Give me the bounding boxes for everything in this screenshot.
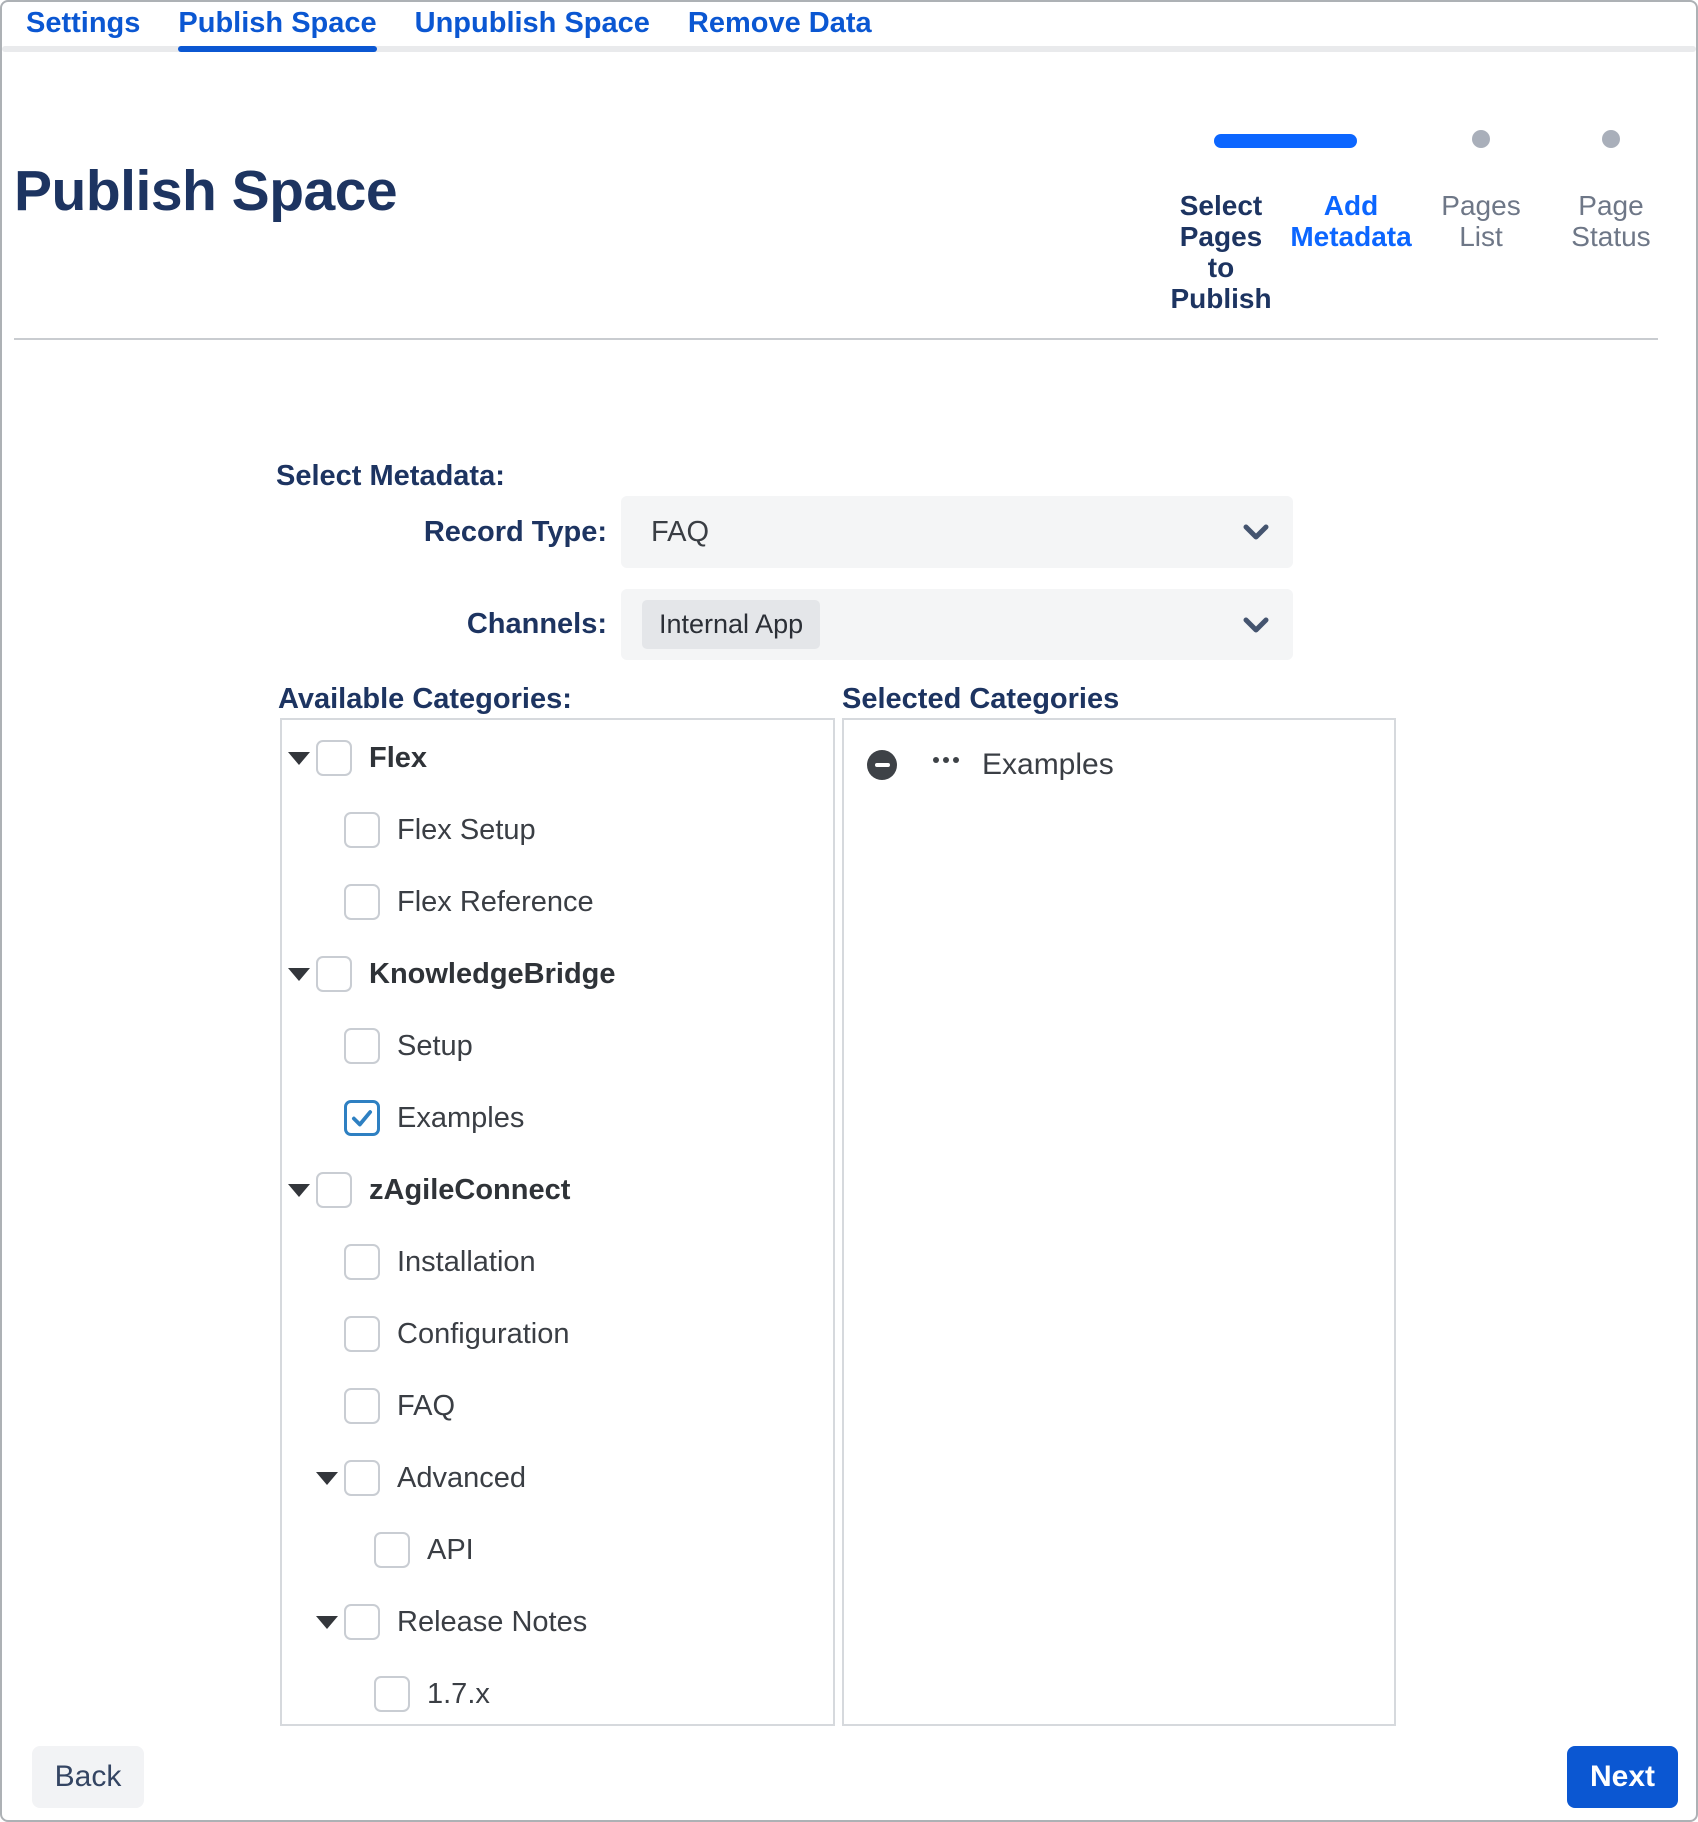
category-label: Flex bbox=[369, 742, 427, 775]
category-label: Advanced bbox=[397, 1462, 526, 1495]
category-label: Configuration bbox=[397, 1318, 570, 1351]
stepper-step-label: SelectPagestoPublish bbox=[1170, 190, 1271, 314]
stepper-dot-icon bbox=[1472, 130, 1490, 148]
back-button[interactable]: Back bbox=[32, 1746, 144, 1808]
category-checkbox-setup[interactable] bbox=[344, 1028, 380, 1064]
selected-category-label: Examples bbox=[982, 748, 1114, 782]
category-row-knowledgebridge: KnowledgeBridge bbox=[282, 938, 833, 1010]
app-window: Settings Publish Space Unpublish Space Remo… bbox=[0, 0, 1698, 1822]
next-button[interactable]: Next bbox=[1567, 1746, 1678, 1808]
category-label: Examples bbox=[397, 1102, 524, 1135]
category-checkbox-zagileconnect[interactable] bbox=[316, 1172, 352, 1208]
record-type-value: FAQ bbox=[651, 516, 709, 549]
available-categories-box: Flex Flex Setup Flex Reference KnowledgeBri… bbox=[280, 718, 835, 1726]
stepper-step-page-status[interactable]: PageStatus bbox=[1551, 130, 1671, 314]
category-label: Flex Reference bbox=[397, 886, 594, 919]
available-categories-label: Available Categories: bbox=[278, 683, 572, 716]
category-label: Installation bbox=[397, 1246, 536, 1279]
category-label: KnowledgeBridge bbox=[369, 958, 616, 991]
category-checkbox-advanced[interactable] bbox=[344, 1460, 380, 1496]
drag-handle-icon[interactable] bbox=[933, 757, 959, 763]
tab-remove-data[interactable]: Remove Data bbox=[688, 2, 872, 52]
caret-down-icon[interactable] bbox=[316, 1472, 338, 1485]
selected-categories-box: Examples bbox=[842, 718, 1396, 1726]
chevron-down-icon bbox=[1243, 523, 1269, 541]
tab-bar: Settings Publish Space Unpublish Space Remo… bbox=[2, 2, 1696, 52]
category-checkbox-flex-reference[interactable] bbox=[344, 884, 380, 920]
stepper-dot-icon bbox=[1602, 130, 1620, 148]
caret-down-icon[interactable] bbox=[288, 1184, 310, 1197]
remove-category-button[interactable] bbox=[867, 750, 897, 780]
category-checkbox-1-7-x[interactable] bbox=[374, 1676, 410, 1712]
stepper-step-select-pages-to-publish[interactable]: SelectPagestoPublish bbox=[1161, 130, 1281, 314]
category-checkbox-faq[interactable] bbox=[344, 1388, 380, 1424]
stepper-progress-pill bbox=[1214, 134, 1357, 148]
select-metadata-label: Select Metadata: bbox=[276, 460, 505, 493]
category-row-installation: Installation bbox=[282, 1226, 833, 1298]
stepper-step-label: PageStatus bbox=[1571, 190, 1650, 252]
category-row-setup: Setup bbox=[282, 1010, 833, 1082]
stepper-step-label: AddMetadata bbox=[1290, 190, 1411, 252]
chevron-down-icon bbox=[1243, 616, 1269, 634]
stepper: SelectPagestoPublish AddMetadata PagesList… bbox=[1161, 130, 1671, 314]
page-title: Publish Space bbox=[14, 158, 397, 224]
category-checkbox-release-notes[interactable] bbox=[344, 1604, 380, 1640]
category-label: Release Notes bbox=[397, 1606, 587, 1639]
category-row-1-7-x: 1.7.x bbox=[282, 1658, 833, 1730]
channel-chip: Internal App bbox=[642, 600, 820, 649]
tab-settings[interactable]: Settings bbox=[26, 2, 140, 52]
category-row-configuration: Configuration bbox=[282, 1298, 833, 1370]
stepper-step-label: PagesList bbox=[1441, 190, 1520, 252]
category-label: FAQ bbox=[397, 1390, 455, 1423]
tab-publish-space[interactable]: Publish Space bbox=[178, 2, 376, 52]
category-row-api: API bbox=[282, 1514, 833, 1586]
category-label: API bbox=[427, 1534, 474, 1567]
header-divider bbox=[14, 338, 1658, 340]
category-label: Flex Setup bbox=[397, 814, 536, 847]
category-checkbox-knowledgebridge[interactable] bbox=[316, 956, 352, 992]
category-row-release-notes: Release Notes bbox=[282, 1586, 833, 1658]
category-checkbox-configuration[interactable] bbox=[344, 1316, 380, 1352]
selected-categories-label: Selected Categories bbox=[842, 683, 1119, 716]
stepper-indicator bbox=[1421, 130, 1541, 148]
category-row-flex: Flex bbox=[282, 722, 833, 794]
category-label: Setup bbox=[397, 1030, 473, 1063]
category-row-zagileconnect: zAgileConnect bbox=[282, 1154, 833, 1226]
record-type-select[interactable]: FAQ bbox=[621, 496, 1293, 568]
category-row-faq: FAQ bbox=[282, 1370, 833, 1442]
category-label: 1.7.x bbox=[427, 1678, 490, 1711]
caret-down-icon[interactable] bbox=[288, 752, 310, 765]
selected-category-row-examples: Examples bbox=[844, 748, 1394, 782]
category-checkbox-flex[interactable] bbox=[316, 740, 352, 776]
minus-icon bbox=[875, 763, 890, 767]
stepper-step-add-metadata[interactable]: AddMetadata bbox=[1291, 130, 1411, 314]
category-row-flex-reference: Flex Reference bbox=[282, 866, 833, 938]
stepper-step-pages-list[interactable]: PagesList bbox=[1421, 130, 1541, 314]
category-checkbox-api[interactable] bbox=[374, 1532, 410, 1568]
category-checkbox-flex-setup[interactable] bbox=[344, 812, 380, 848]
stepper-indicator bbox=[1551, 130, 1671, 148]
category-row-flex-setup: Flex Setup bbox=[282, 794, 833, 866]
tabs: Settings Publish Space Unpublish Space Remo… bbox=[2, 2, 1696, 52]
tab-unpublish-space[interactable]: Unpublish Space bbox=[415, 2, 650, 52]
category-row-examples: Examples bbox=[282, 1082, 833, 1154]
channels-label: Channels: bbox=[276, 608, 607, 641]
record-type-label: Record Type: bbox=[276, 516, 607, 549]
category-label: zAgileConnect bbox=[369, 1174, 570, 1207]
category-row-advanced: Advanced bbox=[282, 1442, 833, 1514]
category-checkbox-installation[interactable] bbox=[344, 1244, 380, 1280]
category-checkbox-examples[interactable] bbox=[344, 1100, 380, 1136]
caret-down-icon[interactable] bbox=[316, 1616, 338, 1629]
caret-down-icon[interactable] bbox=[288, 968, 310, 981]
channels-select[interactable]: Internal App bbox=[621, 589, 1293, 660]
